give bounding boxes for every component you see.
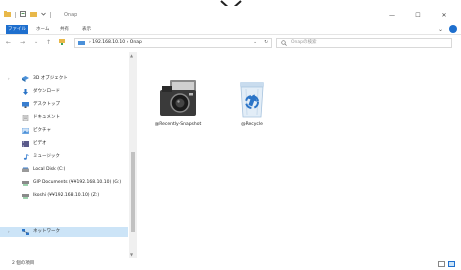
expander-icon[interactable]: › — [8, 76, 10, 81]
videos-icon — [22, 141, 29, 147]
network-drive-icon — [22, 194, 29, 199]
ribbon: ファイル ホーム 共有 表示 ⌄ — [0, 24, 461, 35]
view-toggle — [438, 261, 455, 267]
properties-icon[interactable] — [20, 11, 26, 19]
scroll-down-icon[interactable]: ▼ — [130, 252, 133, 257]
scrollbar-thumb[interactable] — [131, 152, 135, 232]
sidebar-item-network[interactable]: › ネットワーク — [0, 227, 128, 237]
sidebar-item-pictures[interactable]: ピクチャ — [22, 126, 51, 136]
sidebar-item-downloads[interactable]: ダウンロード — [22, 87, 60, 97]
sidebar-item-gip-documents[interactable]: GIP Documents (¥¥192.168.10.10) (G:) — [22, 178, 121, 188]
forward-button[interactable]: → — [20, 39, 25, 46]
sidebar-item-documents[interactable]: ドキュメント — [22, 113, 60, 123]
tab-home[interactable]: ホーム — [36, 26, 49, 34]
item-count: 2 個の項目 — [12, 261, 35, 266]
documents-icon — [22, 115, 29, 121]
file-name: @Recently-Snapshot — [154, 122, 202, 127]
recent-locations-button[interactable]: ⌄ — [34, 39, 38, 45]
disk-icon — [22, 167, 29, 172]
file-item-recycle[interactable]: @Recycle — [222, 80, 282, 128]
desktop-icon — [22, 102, 29, 108]
file-explorer-window: Onap — ☐ ✕ ファイル ホーム 共有 表示 ⌄ ← → ⌄ ↑ › 19… — [0, 6, 461, 270]
recycle-bin-icon — [240, 82, 264, 118]
close-button[interactable]: ✕ — [431, 9, 457, 21]
window-controls: — ☐ ✕ — [379, 9, 457, 21]
expander-icon[interactable]: › — [8, 227, 10, 237]
sidebar-item-desktop[interactable]: デスクトップ — [22, 100, 60, 110]
file-name: @Recycle — [241, 122, 263, 127]
status-bar: 2 個の項目 — [0, 258, 461, 270]
file-item-recently-snapshot[interactable]: @Recently-Snapshot — [148, 78, 208, 128]
search-input[interactable]: Onapの検索 — [276, 38, 452, 48]
pictures-icon — [22, 128, 29, 134]
sidebar-item-3d-objects[interactable]: 3D オブジェクト — [22, 74, 68, 84]
sidebar-item-videos[interactable]: ビデオ — [22, 139, 47, 149]
network-drive-icon — [22, 181, 29, 186]
navigation-bar: ← → ⌄ ↑ › 192.168.10.10 › Onap ⌄ ↻ Onapの… — [0, 36, 461, 50]
sidebar-item-local-disk[interactable]: Local Disk (C:) — [22, 165, 65, 175]
divider — [15, 12, 16, 18]
navigation-pane: › 3D オブジェクト ダウンロード デスクトップ ドキュメント ピクチャ ビデ… — [0, 52, 136, 258]
ribbon-controls: ⌄ — [438, 25, 457, 33]
title-bar: Onap — ☐ ✕ — [0, 6, 461, 24]
quick-access-toolbar — [4, 11, 51, 19]
up-button[interactable]: ↑ — [46, 39, 51, 46]
new-folder-icon[interactable] — [30, 11, 37, 19]
minimize-button[interactable]: — — [379, 9, 405, 21]
music-icon — [23, 154, 29, 160]
customize-dropdown-icon[interactable] — [41, 12, 46, 18]
sidebar-scrollbar[interactable]: ▲ ▼ — [129, 52, 137, 258]
maximize-button[interactable]: ☐ — [405, 9, 431, 21]
address-path: › 192.168.10.10 › Onap — [89, 40, 142, 45]
sidebar-item-ikoshi[interactable]: Ikoshi (¥¥192.168.10.10) (Z:) — [22, 191, 99, 201]
network-location-icon — [58, 38, 66, 48]
help-icon[interactable] — [449, 25, 457, 33]
address-dropdown-icon[interactable]: ⌄ — [253, 39, 257, 47]
downloads-icon — [23, 89, 28, 95]
sidebar-item-music[interactable]: ミュージック — [22, 152, 60, 162]
camera-icon — [160, 80, 196, 116]
ribbon-expand-icon[interactable]: ⌄ — [438, 26, 443, 33]
refresh-icon[interactable]: ↻ — [264, 39, 268, 47]
file-list: @Recently-Snapshot @Recycle — [138, 52, 461, 258]
tab-file[interactable]: ファイル — [6, 25, 28, 34]
folder-icon[interactable] — [4, 11, 11, 19]
tab-share[interactable]: 共有 — [60, 26, 69, 34]
details-view-icon[interactable] — [438, 261, 445, 267]
divider — [50, 12, 51, 18]
tab-view[interactable]: 表示 — [82, 26, 91, 34]
network-folder-icon — [78, 41, 85, 45]
network-icon — [22, 229, 29, 235]
scroll-up-icon[interactable]: ▲ — [130, 53, 133, 58]
search-icon — [281, 40, 287, 46]
window-title: Onap — [64, 12, 78, 18]
large-icons-view-icon[interactable] — [448, 261, 455, 267]
address-bar[interactable]: › 192.168.10.10 › Onap ⌄ ↻ — [74, 38, 272, 48]
back-button[interactable]: ← — [6, 39, 11, 46]
3d-objects-icon — [22, 76, 29, 82]
search-placeholder: Onapの検索 — [291, 40, 317, 45]
